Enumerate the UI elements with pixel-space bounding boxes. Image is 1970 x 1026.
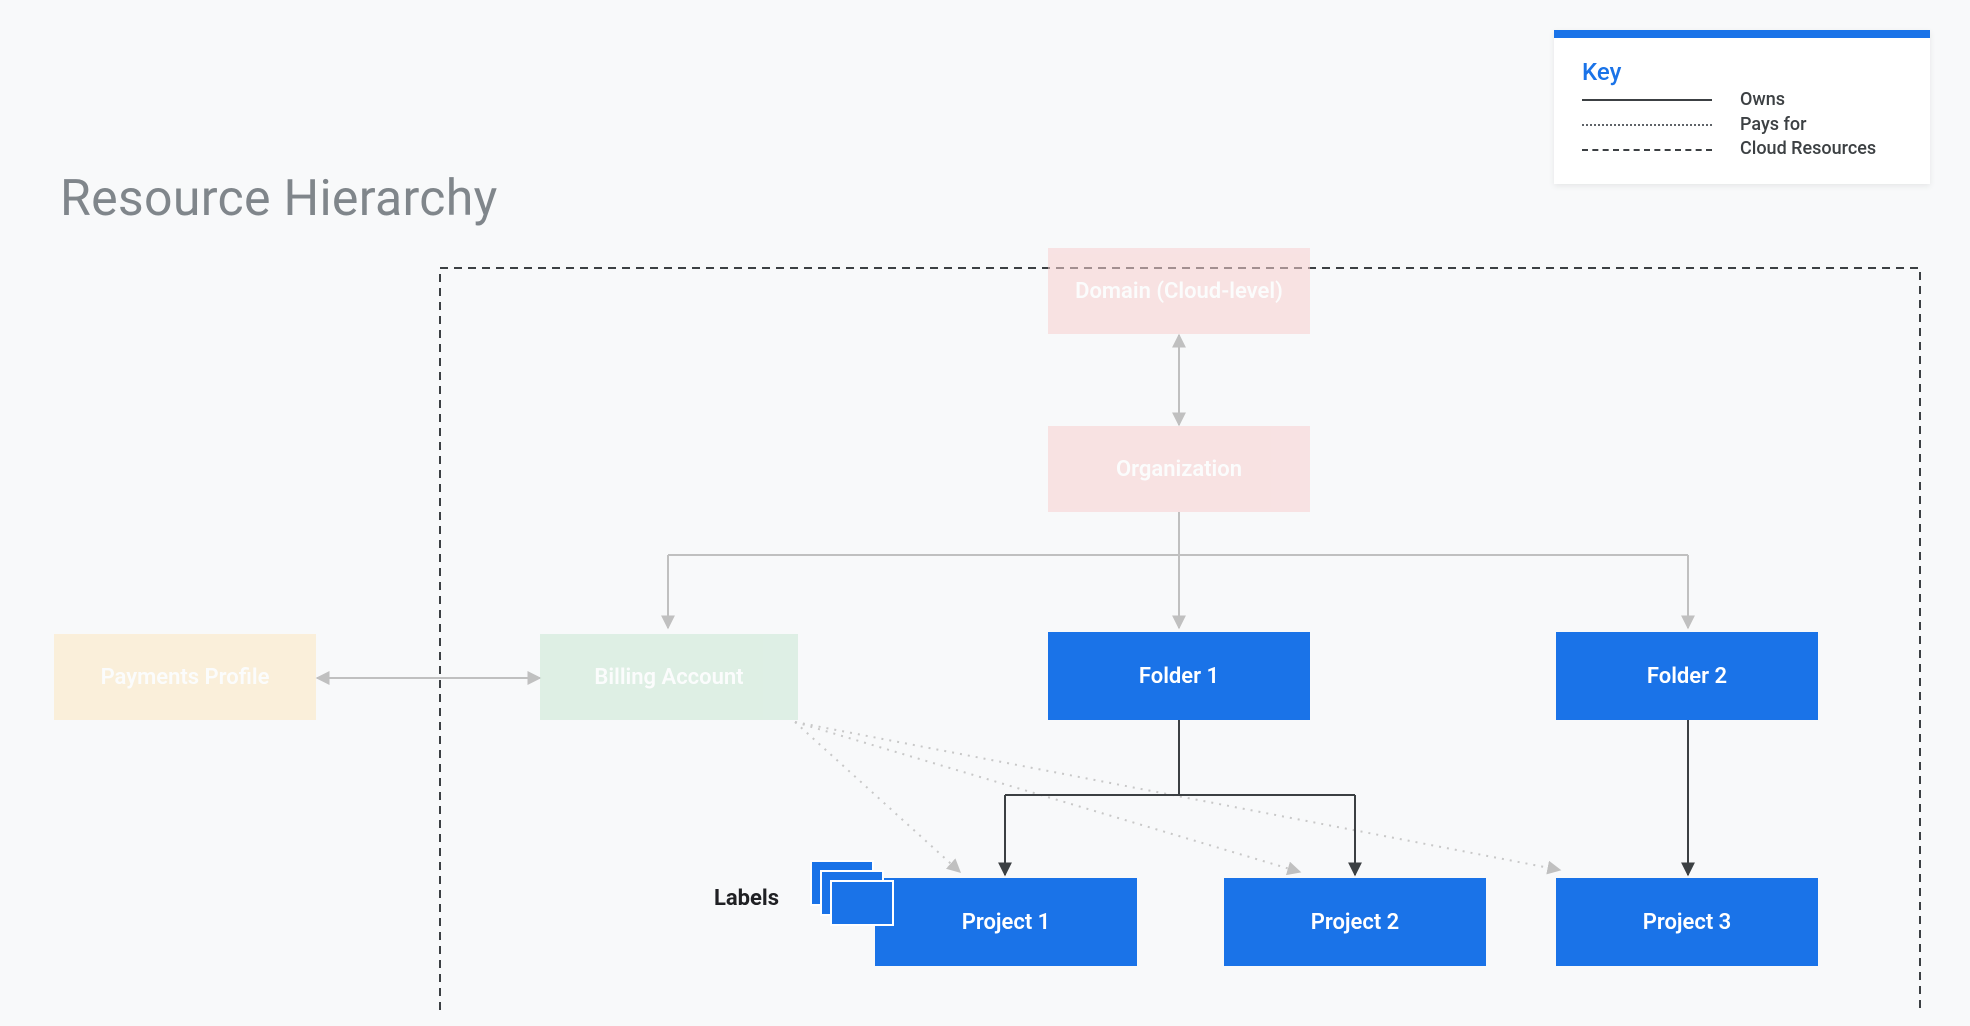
labels-caption: Labels [714, 886, 779, 911]
node-project2: Project 2 [1224, 878, 1486, 966]
connector-billing-project1-paysfor [795, 722, 960, 872]
connector-billing-project2-paysfor [795, 722, 1300, 872]
node-organization: Organization [1048, 426, 1310, 512]
node-folder2: Folder 2 [1556, 632, 1818, 720]
connector-folder1-branch [1005, 720, 1355, 795]
node-payments-profile: Payments Profile [54, 634, 316, 720]
node-billing-account: Billing Account [540, 634, 798, 720]
node-project3: Project 3 [1556, 878, 1818, 966]
node-project1: Project 1 [875, 878, 1137, 966]
diagram-connectors [0, 0, 1970, 1026]
node-domain: Domain (Cloud-level) [1048, 248, 1310, 334]
labels-stack-icon [810, 860, 900, 940]
node-folder1: Folder 1 [1048, 632, 1310, 720]
